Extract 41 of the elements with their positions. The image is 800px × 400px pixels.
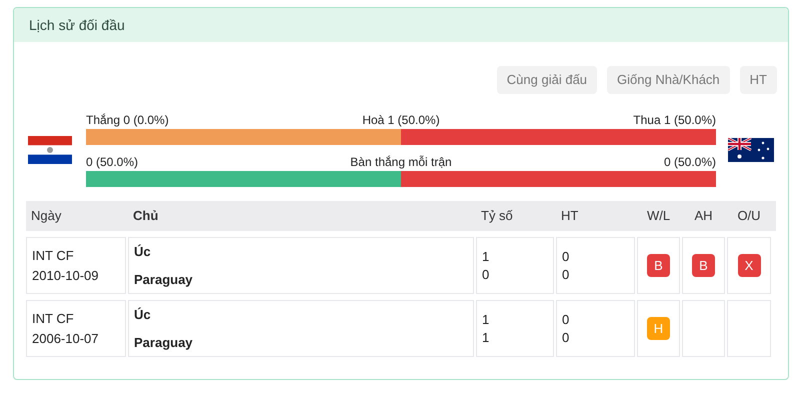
result-badge: X — [738, 254, 760, 277]
table-cell — [682, 300, 725, 357]
team-name: Paraguay — [134, 334, 194, 352]
bar-label: Bàn thắng mỗi trận — [350, 155, 452, 169]
table-cell-text: 1 — [482, 328, 490, 346]
table-cell-text: 2006-10-07 — [32, 330, 100, 348]
table-cell-text: INT CF — [32, 246, 75, 264]
team-name: Úc — [134, 306, 152, 324]
bar-label: 0 (50.0%) — [86, 155, 138, 169]
table-cell — [727, 300, 771, 357]
table-cell-text: 0 — [482, 266, 490, 284]
bar-label: 0 (50.0%) — [664, 155, 716, 169]
panel-title: Lịch sử đối đầu — [29, 16, 125, 34]
column-header: W/L — [646, 207, 672, 226]
table-cell-text: 0 — [562, 248, 570, 266]
table-cell-text: 0 — [562, 328, 570, 346]
result-badge: B — [692, 254, 715, 277]
result-badge: H — [647, 317, 670, 340]
table-cell-text: 0 — [562, 310, 570, 328]
bar-label: Thua 1 (50.0%) — [633, 113, 716, 127]
bar-label: Thắng 0 (0.0%) — [86, 113, 169, 127]
column-header: O/U — [736, 207, 762, 226]
column-header: Tỷ số — [480, 207, 514, 226]
result-badge: B — [647, 254, 670, 277]
team-name: Paraguay — [134, 270, 194, 289]
filter-button[interactable]: HT — [740, 66, 777, 94]
column-header: HT — [560, 207, 580, 226]
table-cell-text: INT CF — [32, 310, 75, 328]
flag-icon — [728, 138, 774, 162]
column-header: Ngày — [30, 207, 62, 226]
bar-label: Hoà 1 (50.0%) — [362, 113, 440, 127]
table-cell-text: 2010-10-09 — [32, 266, 100, 284]
table-cell-text: 1 — [482, 248, 490, 266]
table-cell-text: 1 — [482, 310, 490, 328]
column-header: AH — [693, 207, 714, 226]
team-name: Úc — [134, 243, 152, 261]
filter-button[interactable]: Giống Nhà/Khách — [607, 66, 730, 94]
filter-button[interactable]: Cùng giải đấu — [496, 66, 598, 94]
flag-icon — [28, 136, 72, 164]
table-cell-text: 0 — [562, 266, 570, 284]
column-header: Chủ — [132, 207, 160, 226]
